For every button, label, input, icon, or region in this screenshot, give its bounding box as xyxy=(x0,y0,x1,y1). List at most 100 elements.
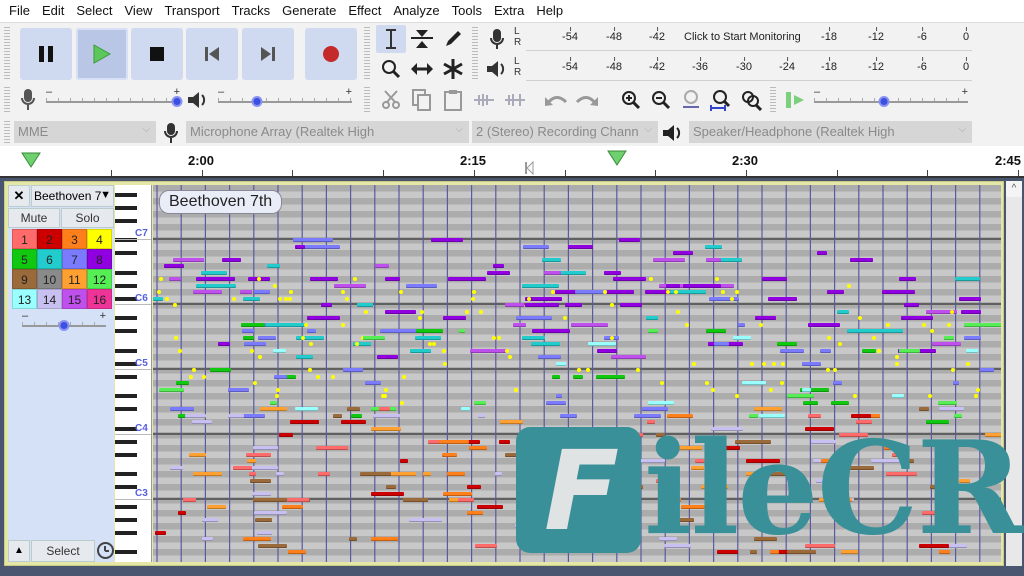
note-dot[interactable] xyxy=(780,361,785,366)
note-dot[interactable] xyxy=(443,361,448,366)
note[interactable] xyxy=(980,368,995,372)
note[interactable] xyxy=(158,387,185,392)
note[interactable] xyxy=(173,257,205,262)
note[interactable] xyxy=(252,446,279,450)
note-dot[interactable] xyxy=(340,322,345,327)
piano-roll[interactable]: Beethoven 7th xyxy=(153,185,1001,562)
note[interactable] xyxy=(642,407,668,411)
note[interactable] xyxy=(670,517,695,522)
note[interactable] xyxy=(964,322,984,327)
note[interactable] xyxy=(770,550,779,554)
note[interactable] xyxy=(486,270,511,275)
note[interactable] xyxy=(551,374,561,379)
note[interactable] xyxy=(653,257,685,262)
note[interactable] xyxy=(241,329,254,333)
note-dot[interactable] xyxy=(249,348,254,353)
note[interactable] xyxy=(596,374,625,379)
note[interactable] xyxy=(356,303,374,307)
note[interactable] xyxy=(673,446,702,450)
note[interactable] xyxy=(833,381,842,385)
note-dot[interactable] xyxy=(284,296,289,301)
note[interactable] xyxy=(885,472,917,476)
recording-channels-select[interactable]: 2 (Stereo) Recording Chann ⌵ xyxy=(472,121,658,143)
note[interactable] xyxy=(871,459,905,463)
note[interactable] xyxy=(964,335,982,340)
note[interactable] xyxy=(239,290,252,294)
note-dot[interactable] xyxy=(363,309,368,314)
note[interactable] xyxy=(442,452,457,457)
note[interactable] xyxy=(733,335,751,340)
selection-start-marker-icon[interactable] xyxy=(524,161,534,175)
note[interactable] xyxy=(754,537,778,541)
note[interactable] xyxy=(801,361,821,366)
note[interactable] xyxy=(169,407,194,411)
menu-analyze[interactable]: Analyze xyxy=(388,0,446,22)
note[interactable] xyxy=(207,504,227,509)
note-dot[interactable] xyxy=(946,322,951,327)
selection-tool-button[interactable] xyxy=(376,25,406,53)
note[interactable] xyxy=(513,322,526,327)
note[interactable] xyxy=(409,348,432,353)
note[interactable] xyxy=(538,355,561,359)
note[interactable] xyxy=(937,400,957,405)
note[interactable] xyxy=(737,322,746,327)
undo-button[interactable] xyxy=(541,86,571,114)
note[interactable] xyxy=(342,368,364,372)
note[interactable] xyxy=(359,472,392,476)
note[interactable] xyxy=(294,407,318,411)
note-dot[interactable] xyxy=(837,342,842,346)
note[interactable] xyxy=(278,433,293,437)
note[interactable] xyxy=(786,550,817,554)
note[interactable] xyxy=(307,316,340,320)
note[interactable] xyxy=(529,478,550,483)
note[interactable] xyxy=(663,543,691,548)
note[interactable] xyxy=(750,550,757,554)
channel-5-button[interactable]: 5 xyxy=(12,249,37,269)
channel-8-button[interactable]: 8 xyxy=(87,249,112,269)
note-dot[interactable] xyxy=(497,335,502,340)
note[interactable] xyxy=(385,485,396,489)
note-dot[interactable] xyxy=(507,355,512,359)
note[interactable] xyxy=(505,452,527,457)
note[interactable] xyxy=(254,290,271,294)
note[interactable] xyxy=(153,296,164,301)
note[interactable] xyxy=(240,322,266,327)
note[interactable] xyxy=(645,316,659,320)
note-dot[interactable] xyxy=(762,361,767,366)
redo-button[interactable] xyxy=(572,86,602,114)
note-dot[interactable] xyxy=(316,374,321,379)
note[interactable] xyxy=(202,537,213,541)
black-key[interactable] xyxy=(115,407,137,411)
toolbar-grip[interactable] xyxy=(770,87,776,113)
black-key[interactable] xyxy=(115,251,137,255)
slider-thumb[interactable] xyxy=(58,320,70,331)
note[interactable] xyxy=(476,504,503,509)
note[interactable] xyxy=(422,472,431,476)
note[interactable] xyxy=(192,472,223,476)
note[interactable] xyxy=(919,543,949,548)
draw-tool-button[interactable] xyxy=(438,25,468,53)
note[interactable] xyxy=(620,303,643,307)
note[interactable] xyxy=(594,524,623,528)
note-dot[interactable] xyxy=(479,309,484,314)
zoom-in-button[interactable] xyxy=(616,86,646,114)
menu-edit[interactable]: Edit xyxy=(37,0,71,22)
black-key[interactable] xyxy=(115,270,137,275)
collapse-track-button[interactable]: ▲ xyxy=(8,540,30,562)
note[interactable] xyxy=(655,478,675,483)
note[interactable] xyxy=(560,270,586,275)
note-dot[interactable] xyxy=(526,296,531,301)
note[interactable] xyxy=(267,264,280,268)
note[interactable] xyxy=(467,485,482,489)
note[interactable] xyxy=(741,381,767,385)
note[interactable] xyxy=(548,459,558,463)
note[interactable] xyxy=(448,277,487,281)
note[interactable] xyxy=(571,322,609,327)
note-dot[interactable] xyxy=(272,283,277,288)
note[interactable] xyxy=(543,270,562,275)
note-dot[interactable] xyxy=(492,335,497,340)
note[interactable] xyxy=(884,446,907,450)
channel-16-button[interactable]: 16 xyxy=(87,289,112,309)
note-dot[interactable] xyxy=(734,290,739,294)
note[interactable] xyxy=(802,387,812,392)
